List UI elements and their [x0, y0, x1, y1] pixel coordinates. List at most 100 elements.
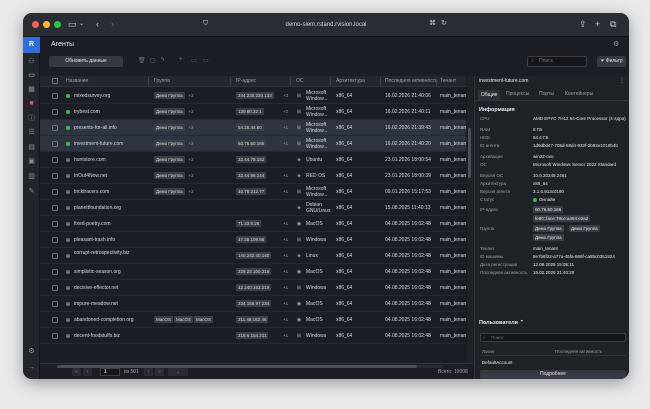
screen-icon[interactable]: ▭ [191, 57, 197, 64]
ip-more-count[interactable]: +1 [283, 220, 288, 227]
next-page-button[interactable]: › [144, 368, 153, 376]
table-row[interactable]: tricktracers.com Демо Группа +2 40.78.212.7… [40, 184, 466, 200]
groups-more-count[interactable]: +2 [188, 124, 193, 131]
bolt-icon[interactable]: ϟ [161, 57, 164, 63]
chart-icon[interactable]: ▤ [27, 143, 36, 152]
agent-name[interactable]: decent-foodstuffs.biz [74, 333, 144, 345]
users-icon[interactable]: ⚇ [27, 57, 36, 66]
row-checkbox[interactable] [52, 333, 58, 339]
table-row[interactable]: InOut4Now.net Демо Группа +2 32.44.66.144 +1… [40, 168, 466, 184]
back-arrow-icon[interactable]: ‹ [96, 18, 99, 30]
table-horizontal-scrollbar[interactable] [57, 365, 443, 368]
ip-more-count[interactable]: +1 [283, 188, 288, 195]
users-search-input[interactable]: ⌕ Поиск [480, 333, 626, 342]
users-col-last-activity[interactable]: Последняя активность [555, 349, 602, 354]
ip-more-count[interactable]: +1 [283, 124, 288, 131]
settings-gear-icon[interactable]: ⚙ [27, 347, 36, 356]
table-row[interactable]: fixed-poetry.com 71.33.8.26 +1 ◉ MacOS x86_64… [40, 216, 466, 232]
display-icon[interactable]: ▭ [203, 57, 209, 64]
row-checkbox[interactable] [52, 205, 58, 211]
groups-more-count[interactable]: +2 [188, 172, 193, 179]
column-header-name[interactable]: Название [66, 76, 88, 87]
delete-icon[interactable]: 🗑 [138, 57, 146, 64]
copy-icon[interactable]: ▢ [150, 57, 156, 64]
row-checkbox[interactable] [52, 237, 58, 243]
reload-icon[interactable]: ↻ [441, 18, 447, 30]
users-table-row[interactable]: DefaultAccount [480, 358, 626, 367]
hscroll-thumb[interactable] [57, 365, 417, 368]
column-header-arch[interactable]: Архитектура [336, 76, 365, 87]
table-row[interactable]: planettfoundation.org ◈ Debian GNU/Linux x8… [40, 200, 466, 216]
translate-icon[interactable]: ⌘ [429, 18, 436, 30]
grid-icon[interactable]: ▦ [27, 85, 36, 94]
sidebar-toggle-icon[interactable]: ▭ [68, 18, 77, 30]
groups-more-count[interactable]: +2 [188, 140, 193, 147]
last-page-button[interactable]: » [155, 368, 164, 376]
table-row[interactable]: trybest.com Демо Группа +2 130.80.32.1 +2 ⊞ Mi… [40, 104, 466, 120]
ip-more-count[interactable]: +1 [283, 268, 288, 275]
column-header-os[interactable]: ОС [296, 76, 304, 87]
ip-more-count[interactable]: +1 [283, 332, 288, 339]
ip-more-count[interactable]: +3 [283, 92, 288, 99]
search-input[interactable]: ⌕ Поиск [527, 56, 587, 67]
forward-arrow-icon[interactable]: › [111, 18, 114, 30]
column-header-last-activity[interactable]: Последняя активность [385, 76, 438, 87]
storage-icon[interactable]: ▥ [27, 172, 36, 181]
add-icon[interactable]: + [179, 57, 183, 63]
groups-more-count[interactable]: +2 [188, 92, 193, 99]
ip-more-count[interactable]: +1 [283, 300, 288, 307]
list-icon[interactable]: ☰ [27, 128, 36, 137]
app-logo[interactable]: R [23, 37, 40, 53]
table-row[interactable]: huntstore.com Демо Группа +2 32.44.78.152 ◈ U… [40, 152, 466, 168]
wrench-icon[interactable]: ✎ [27, 187, 36, 196]
row-checkbox[interactable] [52, 109, 58, 115]
table-row[interactable]: mixedsurvey.org Демо Группа +2 244.230.220.… [40, 88, 466, 104]
table-vertical-scrollbar[interactable] [467, 76, 473, 363]
groups-more-count[interactable]: +2 [188, 156, 193, 163]
column-header-ip[interactable]: IP-адрес [236, 76, 256, 87]
warning-icon[interactable]: ⓘ [27, 114, 36, 123]
table-row[interactable]: impure-meadow.net 234.155.97.234 +1 ◉ MacOS x… [40, 296, 466, 312]
row-checkbox[interactable] [52, 157, 58, 163]
row-checkbox[interactable] [52, 253, 58, 259]
select-all-checkbox[interactable] [52, 78, 58, 84]
table-row[interactable]: simplistic-season.org 229.23.100.216 +1 ◉ Ma… [40, 264, 466, 280]
table-row[interactable]: decisive-effector.net 42.240.163.219 +1 ⊞ Wi… [40, 280, 466, 296]
ip-more-count[interactable]: +1 [283, 172, 288, 179]
filter-button[interactable]: ⏷ Фильтр [597, 56, 626, 67]
row-checkbox[interactable] [52, 125, 58, 131]
ip-more-count[interactable]: +1 [283, 316, 288, 323]
tab-overview-icon[interactable]: ⧉ [610, 18, 616, 30]
row-checkbox[interactable] [52, 221, 58, 227]
logout-icon[interactable]: → [27, 363, 36, 372]
address-bar[interactable]: demo-siem.rstand.rvision.local [201, 18, 451, 32]
ip-more-count[interactable]: +2 [283, 108, 288, 115]
minimize-window-button[interactable] [43, 21, 50, 28]
table-row[interactable]: pleasant-trash.info 47.35.109.95 +1 ⊞ Window… [40, 232, 466, 248]
row-checkbox[interactable] [52, 141, 58, 147]
panel-menu-icon[interactable]: ⋮ [619, 77, 625, 84]
row-checkbox[interactable] [52, 173, 58, 179]
users-section-title[interactable]: Пользователи ⌃ [479, 320, 524, 326]
column-header-group[interactable]: Группа [154, 76, 170, 87]
chevron-down-icon[interactable]: ⌄ [79, 18, 84, 30]
share-icon[interactable]: ⇪ [579, 18, 587, 30]
page-size-select[interactable]: ⌄ [168, 368, 188, 376]
calendar-icon[interactable]: ▣ [27, 157, 36, 166]
update-data-button[interactable]: Обновить данные [49, 56, 123, 67]
tab-general[interactable]: Общие [478, 90, 501, 101]
row-checkbox[interactable] [52, 189, 58, 195]
tab-containers[interactable]: Контейнеры [565, 91, 593, 101]
groups-more-count[interactable]: +2 [188, 108, 193, 115]
groups-more-count[interactable]: +2 [188, 188, 193, 195]
ip-more-count[interactable]: +1 [283, 236, 288, 243]
tab-processes[interactable]: Процессы [506, 91, 529, 101]
page-number-input[interactable]: 1 [100, 368, 120, 376]
maximize-window-button[interactable] [54, 21, 61, 28]
table-row[interactable]: presents-for-all.info Демо Группа +2 54.28.… [40, 120, 466, 136]
table-row[interactable]: abandoned-completion.org MacOS MacOS MacOS 2… [40, 312, 466, 328]
tab-ports[interactable]: Порты [539, 91, 554, 101]
monitor-icon[interactable]: ▭ [27, 71, 36, 80]
ip-more-count[interactable]: +1 [283, 284, 288, 291]
table-row[interactable]: investment-future.com Демо Группа +2 60.76.… [40, 136, 466, 152]
